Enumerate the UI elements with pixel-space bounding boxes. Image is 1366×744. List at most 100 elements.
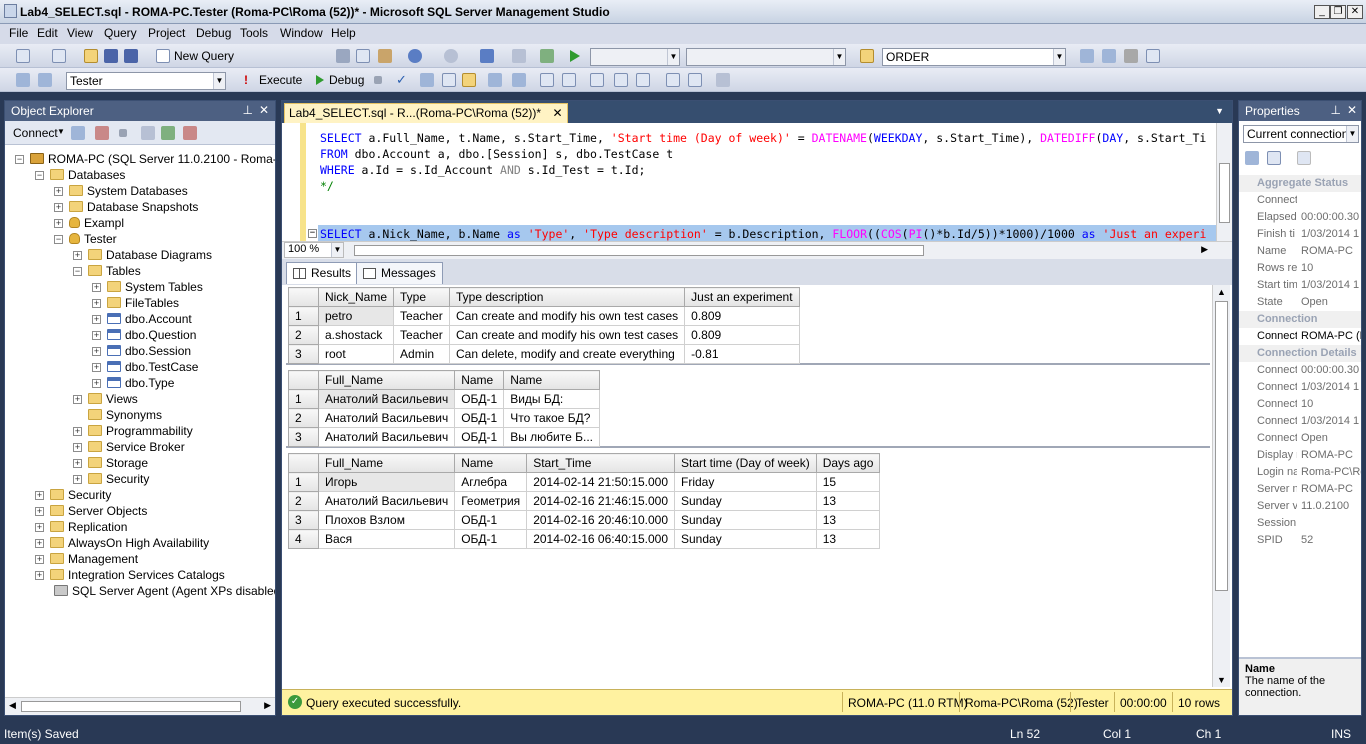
collapse-icon[interactable]: − bbox=[35, 171, 44, 180]
row-number[interactable]: 2 bbox=[288, 491, 319, 511]
grid-cell[interactable]: Admin bbox=[393, 344, 451, 364]
column-header[interactable]: Name bbox=[454, 453, 528, 473]
grid-cell[interactable]: Анатолий Васильевич bbox=[317, 491, 456, 511]
expand-icon[interactable]: + bbox=[73, 443, 82, 452]
menu-view[interactable]: View bbox=[67, 26, 93, 40]
property-row[interactable]: Login na Roma-PC\Ro bbox=[1239, 464, 1361, 481]
close-panel-icon[interactable]: ✕ bbox=[259, 103, 269, 117]
save-all-icon[interactable] bbox=[124, 49, 138, 63]
restore-button[interactable]: ❐ bbox=[1330, 5, 1346, 19]
expand-icon[interactable]: + bbox=[92, 363, 101, 372]
close-button[interactable]: ✕ bbox=[1347, 5, 1363, 19]
find-combo[interactable]: ORDER ▼ bbox=[882, 48, 1066, 66]
grid-cell[interactable]: ОБД-1 bbox=[454, 389, 505, 409]
row-number[interactable]: 2 bbox=[288, 325, 319, 345]
grid-cell[interactable]: Can create and modify his own test cases bbox=[449, 306, 686, 326]
tree-node-system-tables[interactable]: + System Tables bbox=[92, 279, 203, 295]
row-number[interactable]: 1 bbox=[288, 389, 319, 409]
parse-icon[interactable]: ✓ bbox=[396, 73, 410, 87]
grid-cell[interactable]: Виды БД: bbox=[503, 389, 601, 409]
tree-node-synonyms[interactable]: Synonyms bbox=[88, 407, 162, 423]
menu-edit[interactable]: Edit bbox=[37, 26, 58, 40]
tree-node-dbo-account[interactable]: + dbo.Account bbox=[92, 311, 192, 327]
column-header[interactable]: Nick_Name bbox=[317, 287, 395, 307]
solution-config-select[interactable]: ▼ bbox=[590, 48, 680, 66]
scroll-up-icon[interactable]: ▲ bbox=[1217, 287, 1226, 297]
navigate-backward-icon[interactable] bbox=[480, 49, 494, 63]
query-designer-icon[interactable] bbox=[442, 73, 456, 87]
disconnect-icon[interactable] bbox=[95, 126, 109, 140]
close-tab-icon[interactable]: ✕ bbox=[552, 106, 562, 120]
find-in-files-icon[interactable] bbox=[860, 49, 874, 63]
property-row[interactable]: State Open bbox=[1239, 294, 1361, 311]
tree-node-databases[interactable]: − Databases bbox=[35, 167, 125, 183]
database-select[interactable]: Tester ▼ bbox=[66, 72, 226, 90]
property-row[interactable]: Name ROMA-PC bbox=[1239, 243, 1361, 260]
execute-button[interactable]: Execute bbox=[259, 73, 302, 87]
grid-cell[interactable]: Анатолий Васильевич bbox=[317, 427, 456, 447]
tools-icon[interactable] bbox=[1124, 49, 1138, 63]
grid-cell[interactable]: Вася bbox=[317, 529, 456, 549]
tree-node-database-diagrams[interactable]: + Database Diagrams bbox=[73, 247, 212, 263]
expand-icon[interactable]: + bbox=[92, 283, 101, 292]
property-row[interactable]: Connect 00:00:00.30 bbox=[1239, 362, 1361, 379]
grid-cell[interactable]: 2014-02-14 21:50:15.000 bbox=[526, 472, 675, 492]
property-row[interactable]: Start tim 1/03/2014 1 bbox=[1239, 277, 1361, 294]
row-number[interactable]: 1 bbox=[288, 472, 319, 492]
results-to-grid-icon[interactable] bbox=[462, 73, 476, 87]
tree-node-dbo-question[interactable]: + dbo.Question bbox=[92, 327, 196, 343]
display-plan-icon[interactable] bbox=[420, 73, 434, 87]
table-row[interactable]: 2 Анатолий Васильевич Геометрия 2014-02-… bbox=[288, 491, 881, 511]
menu-window[interactable]: Window bbox=[280, 26, 323, 40]
grid-cell[interactable]: root bbox=[317, 344, 395, 364]
grid-cell[interactable]: Анатолий Васильевич bbox=[317, 408, 456, 428]
tree-node-security[interactable]: + Security bbox=[35, 487, 111, 503]
solution-platform-select[interactable]: ▼ bbox=[686, 48, 846, 66]
table-row[interactable]: 1 petro Teacher Can create and modify hi… bbox=[288, 306, 800, 326]
pin-icon[interactable]: ⊥ bbox=[1331, 103, 1341, 117]
property-category[interactable]: Connection Details bbox=[1239, 345, 1361, 362]
object-explorer-icon[interactable] bbox=[1102, 49, 1116, 63]
property-row[interactable]: Connect 1/03/2014 1 bbox=[1239, 413, 1361, 430]
grid-cell[interactable]: Sunday bbox=[674, 529, 817, 549]
expand-icon[interactable]: + bbox=[92, 347, 101, 356]
grid-cell[interactable]: 13 bbox=[815, 510, 881, 530]
tree-node-tester[interactable]: − Tester bbox=[54, 231, 117, 247]
tree-node-dbo-testcase[interactable]: + dbo.TestCase bbox=[92, 359, 198, 375]
grid-cell[interactable]: Вы любите Б... bbox=[503, 427, 601, 447]
property-category[interactable]: Connection bbox=[1239, 311, 1361, 328]
expand-icon[interactable]: + bbox=[73, 427, 82, 436]
expand-icon[interactable]: + bbox=[54, 203, 63, 212]
increase-indent-icon[interactable] bbox=[666, 73, 680, 87]
activity-icon[interactable] bbox=[183, 126, 197, 140]
column-header[interactable]: Start_Time bbox=[526, 453, 675, 473]
tree-node-programmability[interactable]: + Programmability bbox=[73, 423, 193, 439]
grid-cell[interactable]: a.shostack bbox=[317, 325, 395, 345]
results-to-file-icon[interactable] bbox=[562, 73, 576, 87]
expand-icon[interactable]: + bbox=[92, 315, 101, 324]
tree-node-dbo-type[interactable]: + dbo.Type bbox=[92, 375, 174, 391]
column-header[interactable]: Just an experiment bbox=[684, 287, 800, 307]
grid-cell[interactable]: petro bbox=[317, 306, 395, 326]
column-header[interactable]: Type bbox=[393, 287, 451, 307]
table-row[interactable]: 1 Игорь Аглебра 2014-02-14 21:50:15.000 … bbox=[288, 472, 881, 492]
grid-cell[interactable]: -0.81 bbox=[684, 344, 800, 364]
expand-icon[interactable]: + bbox=[54, 187, 63, 196]
document-tab[interactable]: Lab4_SELECT.sql - R...(Roma-PC\Roma (52)… bbox=[284, 103, 568, 123]
grid-cell[interactable]: Can create and modify his own test cases bbox=[449, 325, 686, 345]
uncomment-icon[interactable] bbox=[614, 73, 628, 87]
tree-node-database-snapshots[interactable]: + Database Snapshots bbox=[54, 199, 198, 215]
row-number[interactable]: 4 bbox=[288, 529, 319, 549]
expand-icon[interactable]: + bbox=[54, 219, 63, 228]
tree-node-service-broker[interactable]: + Service Broker bbox=[73, 439, 185, 455]
undo-icon[interactable] bbox=[408, 49, 422, 63]
scroll-right-icon[interactable]: ▶ bbox=[1201, 244, 1208, 255]
property-row[interactable]: Connect 1/03/2014 1 bbox=[1239, 379, 1361, 396]
specify-values-icon[interactable] bbox=[688, 73, 702, 87]
property-row[interactable]: Display nROMA-PC bbox=[1239, 447, 1361, 464]
tree-node-db-security[interactable]: + Security bbox=[73, 471, 149, 487]
tree-node-views[interactable]: + Views bbox=[73, 391, 138, 407]
tree-node-tables[interactable]: − Tables bbox=[73, 263, 141, 279]
menu-file[interactable]: File bbox=[9, 26, 28, 40]
registered-servers-icon[interactable] bbox=[1080, 49, 1094, 63]
